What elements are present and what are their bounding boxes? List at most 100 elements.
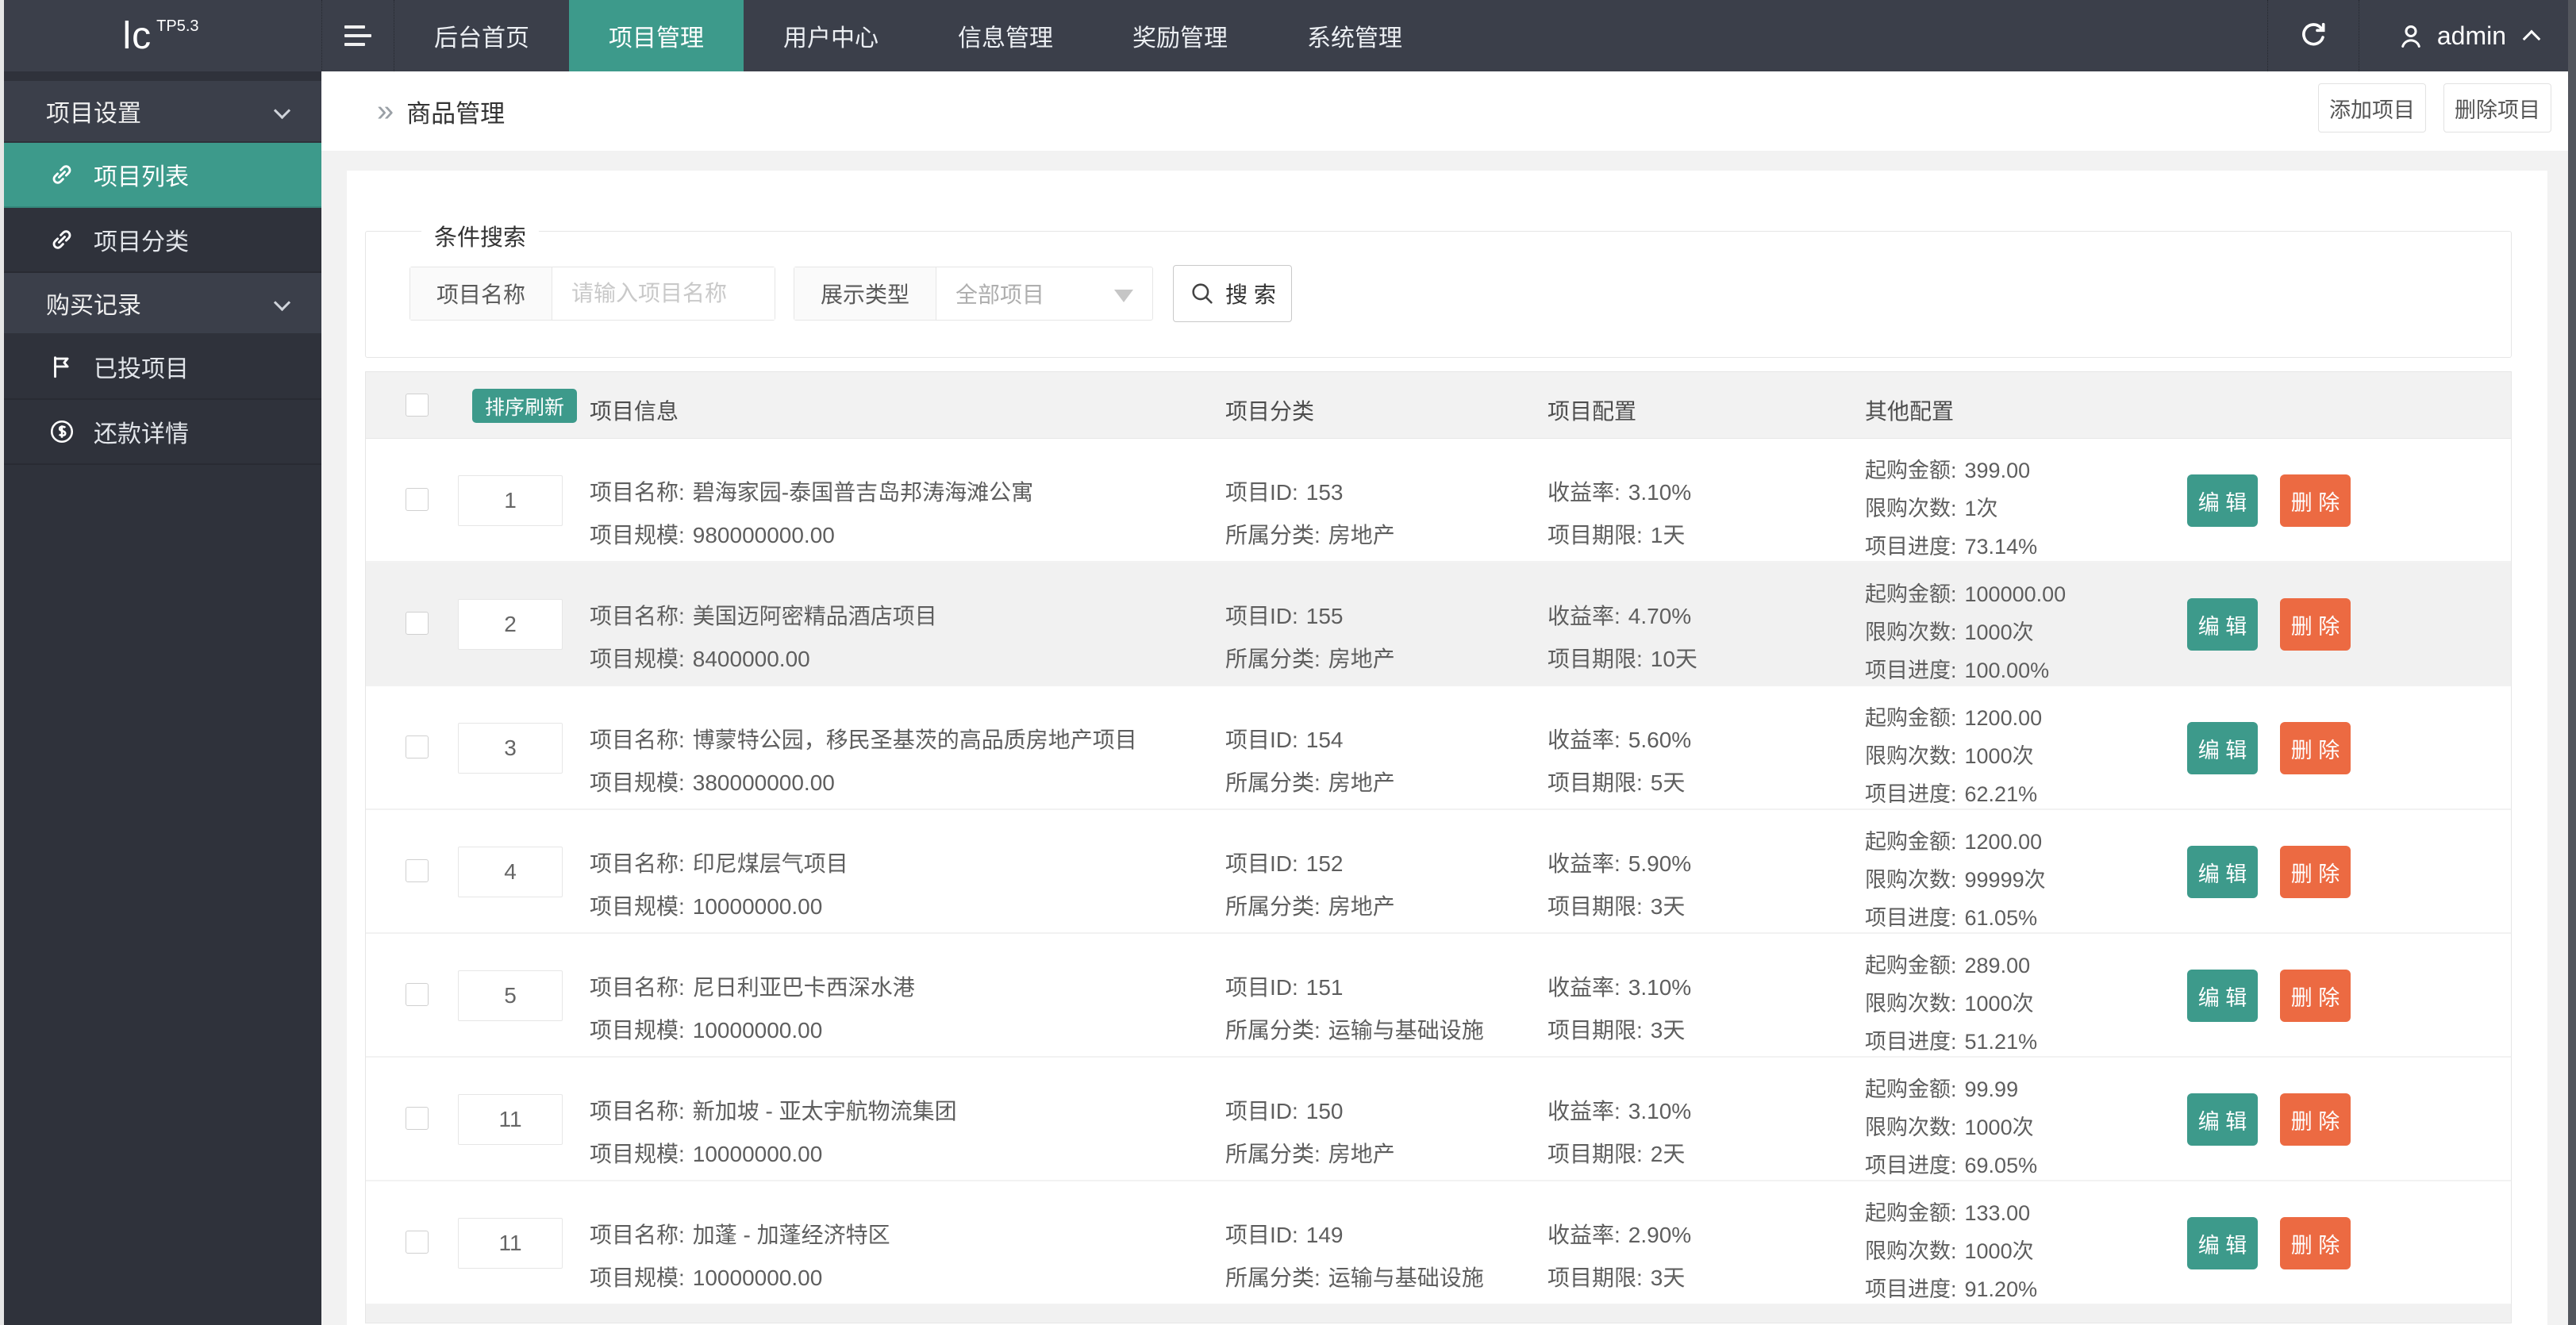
edit-button[interactable]: 编 辑	[2187, 722, 2258, 774]
value-project-scale: 10000000.00	[692, 1142, 823, 1166]
sidebar-item[interactable]: 项目列表	[0, 143, 321, 208]
row-sort-input[interactable]: 4	[458, 847, 563, 897]
row-sort-input[interactable]: 1	[458, 475, 563, 526]
nav-tab-4[interactable]: 信息管理	[918, 0, 1093, 71]
label-project-scale: 项目规模:	[590, 770, 685, 795]
edit-button[interactable]: 编 辑	[2187, 1093, 2258, 1146]
label-limit-count: 限购次数:	[1865, 868, 1957, 892]
value-progress: 100.00%	[1964, 659, 2050, 682]
header-project-category: 项目分类	[1225, 399, 1315, 424]
value-progress: 73.14%	[1964, 535, 2038, 559]
value-rate: 3.10%	[1628, 480, 1692, 505]
label-rate: 收益率:	[1548, 975, 1621, 1000]
value-project-id: 150	[1305, 1099, 1344, 1123]
search-button-label: 搜 索	[1225, 282, 1276, 307]
label-project-name: 项目名称:	[590, 604, 685, 628]
value-limit-count: 1000次	[1964, 744, 2034, 768]
edit-button[interactable]: 编 辑	[2187, 1217, 2258, 1269]
sidebar-item[interactable]: 项目分类	[0, 208, 321, 273]
value-min-amount: 133.00	[1964, 1201, 2031, 1225]
sidebar-toggle-button[interactable]	[321, 0, 394, 71]
sort-refresh-button[interactable]: 排序刷新	[472, 389, 578, 423]
row-sort-input[interactable]: 3	[458, 723, 563, 774]
row-sort-input[interactable]: 11	[458, 1094, 563, 1145]
chevron-up-icon	[2522, 29, 2541, 48]
row-checkbox[interactable]	[406, 1107, 429, 1130]
nav-tab-5[interactable]: 奖励管理	[1093, 0, 1267, 71]
value-min-amount: 1200.00	[1964, 830, 2043, 854]
label-project-name: 项目名称:	[590, 728, 685, 752]
project-name-input[interactable]	[552, 267, 775, 320]
delete-button[interactable]: 删 除	[2280, 1093, 2351, 1146]
page-actions: 添加项目 删除项目	[2318, 83, 2551, 132]
sidebar-group-1[interactable]: 项目设置	[0, 81, 321, 141]
app-logo[interactable]: lc TP5.3	[0, 0, 321, 71]
table-row: 11 项目名称: 新加坡 - 亚太宇航物流集团 项目规模: 10000000.00 …	[366, 1058, 2511, 1181]
page-scrollbar[interactable]	[2568, 0, 2576, 1325]
value-project-id: 155	[1305, 604, 1344, 628]
sidebar-item[interactable]: 还款详情	[0, 400, 321, 465]
sidebar-item[interactable]: 已投项目	[0, 335, 321, 400]
label-project-id: 项目ID:	[1225, 604, 1298, 628]
user-menu[interactable]: admin	[2359, 0, 2576, 71]
link-icon	[48, 225, 76, 254]
row-checkbox[interactable]	[406, 735, 429, 759]
nav-tab-3[interactable]: 用户中心	[744, 0, 918, 71]
value-project-name: 印尼煤层气项目	[692, 851, 848, 876]
edit-button[interactable]: 编 辑	[2187, 598, 2258, 651]
delete-button[interactable]: 删 除	[2280, 970, 2351, 1022]
sidebar-group-2[interactable]: 购买记录	[0, 273, 321, 333]
delete-button[interactable]: 删 除	[2280, 846, 2351, 898]
label-project-scale: 项目规模:	[590, 1018, 685, 1043]
value-category: 房地产	[1328, 770, 1395, 795]
value-limit-count: 1000次	[1964, 1116, 2034, 1139]
table-row: 5 项目名称: 尼日利亚巴卡西深水港 项目规模: 10000000.00 项目ID:…	[366, 934, 2511, 1058]
delete-project-button[interactable]: 删除项目	[2443, 83, 2551, 132]
add-project-button[interactable]: 添加项目	[2318, 83, 2426, 132]
row-sort-input[interactable]: 2	[458, 599, 563, 650]
header-other-config: 其他配置	[1865, 399, 1955, 424]
label-period: 项目期限:	[1548, 894, 1643, 919]
row-checkbox[interactable]	[406, 859, 429, 882]
label-rate: 收益率:	[1548, 1223, 1621, 1247]
search-legend: 条件搜索	[421, 219, 540, 252]
refresh-button[interactable]	[2266, 0, 2359, 71]
label-category: 所属分类:	[1225, 647, 1321, 671]
logo-text: lc	[122, 14, 152, 57]
row-checkbox[interactable]	[406, 1231, 429, 1254]
row-checkbox[interactable]	[406, 612, 429, 635]
sidebar-item-label: 项目分类	[94, 229, 189, 255]
display-type-group: 展示类型 全部项目	[794, 267, 1154, 321]
label-limit-count: 限购次数:	[1865, 992, 1957, 1016]
label-rate: 收益率:	[1548, 1099, 1621, 1123]
display-type-select[interactable]: 全部项目	[936, 267, 1152, 320]
edit-button[interactable]: 编 辑	[2187, 846, 2258, 898]
value-project-scale: 10000000.00	[692, 894, 823, 919]
value-period: 2天	[1650, 1142, 1686, 1166]
edit-button[interactable]: 编 辑	[2187, 474, 2258, 527]
value-period: 1天	[1650, 523, 1686, 547]
value-progress: 51.21%	[1964, 1030, 2038, 1054]
delete-button[interactable]: 删 除	[2280, 722, 2351, 774]
nav-tab-1[interactable]: 后台首页	[394, 0, 569, 71]
delete-button[interactable]: 删 除	[2280, 598, 2351, 651]
label-min-amount: 起购金额:	[1865, 706, 1957, 730]
content-panel: 条件搜索 项目名称 展示类型 全部项目	[347, 171, 2547, 1325]
table-header: 排序刷新 项目信息 项目分类 项目配置 其他配置	[366, 372, 2511, 439]
hamburger-icon	[344, 20, 371, 52]
delete-button[interactable]: 删 除	[2280, 1217, 2351, 1269]
value-category: 运输与基础设施	[1328, 1265, 1484, 1290]
row-sort-input[interactable]: 11	[458, 1218, 563, 1269]
row-checkbox[interactable]	[406, 488, 429, 511]
row-checkbox[interactable]	[406, 983, 429, 1006]
search-icon	[1189, 280, 1216, 307]
nav-tab-2[interactable]: 项目管理	[569, 0, 744, 71]
row-sort-input[interactable]: 5	[458, 970, 563, 1021]
search-button[interactable]: 搜 索	[1173, 265, 1293, 322]
delete-button[interactable]: 删 除	[2280, 474, 2351, 527]
edit-button[interactable]: 编 辑	[2187, 970, 2258, 1022]
select-all-checkbox[interactable]	[406, 394, 429, 417]
nav-tab-6[interactable]: 系统管理	[1267, 0, 1442, 71]
label-min-amount: 起购金额:	[1865, 459, 1957, 482]
value-progress: 91.20%	[1964, 1277, 2038, 1301]
